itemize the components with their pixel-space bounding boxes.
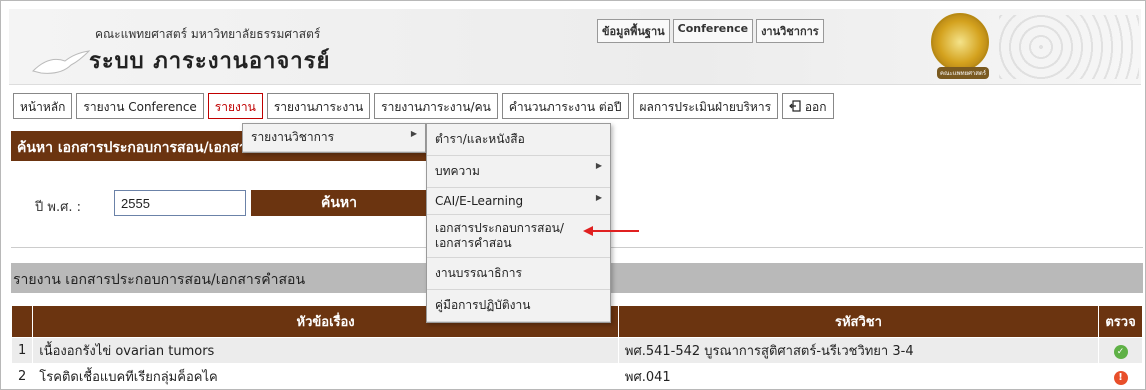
nav-tab-workload-report[interactable]: รายงานภาระงาน bbox=[266, 93, 371, 119]
top-links: ข้อมูลพื้นฐาน Conference งานวิชาการ bbox=[597, 19, 824, 43]
logout-label: ออก bbox=[804, 100, 827, 114]
column-header-code: รหัสวิชา bbox=[617, 305, 1100, 338]
nav-tab-report[interactable]: รายงาน bbox=[207, 93, 263, 119]
chevron-right-icon: ▶ bbox=[410, 129, 417, 138]
search-button[interactable]: ค้นหา bbox=[251, 190, 427, 216]
year-input[interactable] bbox=[114, 190, 246, 216]
seal-caption: คณะแพทยศาสตร์ bbox=[937, 67, 990, 79]
column-header-check: ตรวจ bbox=[1098, 305, 1143, 338]
menu-item-label: รายงานวิชาการ bbox=[251, 130, 335, 144]
table-row[interactable]: 2 โรคติดเชื้อแบคทีเรียกลุ่มค็อคไค พศ.041… bbox=[10, 363, 1143, 389]
menu-item-editorial-work[interactable]: งานบรรณาธิการ bbox=[427, 258, 610, 290]
menu-item-label-line1: เอกสารประกอบการสอน/ bbox=[435, 221, 564, 235]
chevron-right-icon: ▶ bbox=[595, 193, 602, 202]
top-link-conference[interactable]: Conference bbox=[672, 19, 754, 43]
app-window: คณะแพทยศาสตร์ มหาวิทยาลัยธรรมศาสตร์ ระบบ… bbox=[0, 0, 1146, 390]
row-topic: โรคติดเชื้อแบคทีเรียกลุ่มค็อคไค bbox=[32, 363, 619, 389]
system-title: ระบบ ภาระงานอาจารย์ bbox=[89, 49, 331, 74]
academic-submenu: ตำรา/และหนังสือ บทความ ▶ CAI/E-Learning … bbox=[426, 123, 611, 323]
row-code: พศ.041 bbox=[617, 363, 1100, 389]
top-link-academic[interactable]: งานวิชาการ bbox=[756, 19, 824, 43]
menu-item-label: บทความ bbox=[435, 164, 480, 178]
row-topic: เนื้องอกรังไข่ ovarian tumors bbox=[32, 337, 619, 364]
chevron-right-icon: ▶ bbox=[595, 161, 602, 170]
menu-item-articles[interactable]: บทความ ▶ bbox=[427, 156, 610, 188]
red-pointer-arrow-icon bbox=[583, 226, 639, 236]
menu-item-cai-elearning[interactable]: CAI/E-Learning ▶ bbox=[427, 188, 610, 215]
menu-item-textbooks[interactable]: ตำรา/และหนังสือ bbox=[427, 124, 610, 156]
university-seal-icon bbox=[931, 13, 989, 71]
nav-tab-home[interactable]: หน้าหลัก bbox=[13, 93, 73, 119]
menu-item-label-line2: เอกสารคำสอน bbox=[435, 236, 512, 250]
row-code: พศ.541-542 บูรณาการสูติศาสตร์-นรีเวชวิทย… bbox=[617, 337, 1100, 364]
table-row[interactable]: 1 เนื้องอกรังไข่ ovarian tumors พศ.541-5… bbox=[10, 337, 1143, 364]
menu-item-work-manual[interactable]: คู่มือการปฏิบัติงาน bbox=[427, 290, 610, 322]
year-label: ปี พ.ศ. : bbox=[35, 200, 81, 215]
menu-item-academic-report[interactable]: รายงานวิชาการ ▶ bbox=[243, 124, 425, 152]
nav-tab-workload-per-person[interactable]: รายงานภาระงาน/คน bbox=[374, 93, 498, 119]
faculty-name: คณะแพทยศาสตร์ มหาวิทยาลัยธรรมศาสตร์ bbox=[95, 27, 321, 41]
column-header-number bbox=[10, 305, 34, 338]
header-banner: คณะแพทยศาสตร์ มหาวิทยาลัยธรรมศาสตร์ ระบบ… bbox=[9, 9, 1141, 85]
decorative-pattern bbox=[999, 15, 1139, 79]
row-check: ! bbox=[1098, 363, 1143, 389]
report-dropdown-menu: รายงานวิชาการ ▶ bbox=[242, 123, 426, 153]
bird-logo-icon bbox=[32, 50, 91, 74]
row-check: ✓ bbox=[1098, 337, 1143, 364]
top-link-basic-data[interactable]: ข้อมูลพื้นฐาน bbox=[597, 19, 670, 43]
nav-tab-logout[interactable]: ออก bbox=[782, 93, 834, 119]
menu-item-label: CAI/E-Learning bbox=[435, 194, 524, 208]
nav-tab-conference-report[interactable]: รายงาน Conference bbox=[76, 93, 204, 119]
nav-tab-calculate-workload[interactable]: คำนวนภาระงาน ต่อปี bbox=[501, 93, 629, 119]
nav-tab-admin-evaluation[interactable]: ผลการประเมินฝ่ายบริหาร bbox=[632, 93, 779, 119]
approved-icon[interactable]: ✓ bbox=[1113, 344, 1128, 359]
logout-icon bbox=[789, 100, 801, 112]
main-nav: หน้าหลัก รายงาน Conference รายงาน รายงาน… bbox=[13, 93, 834, 119]
row-number: 1 bbox=[10, 337, 34, 364]
alert-icon[interactable]: ! bbox=[1113, 370, 1128, 385]
row-number: 2 bbox=[10, 363, 34, 389]
